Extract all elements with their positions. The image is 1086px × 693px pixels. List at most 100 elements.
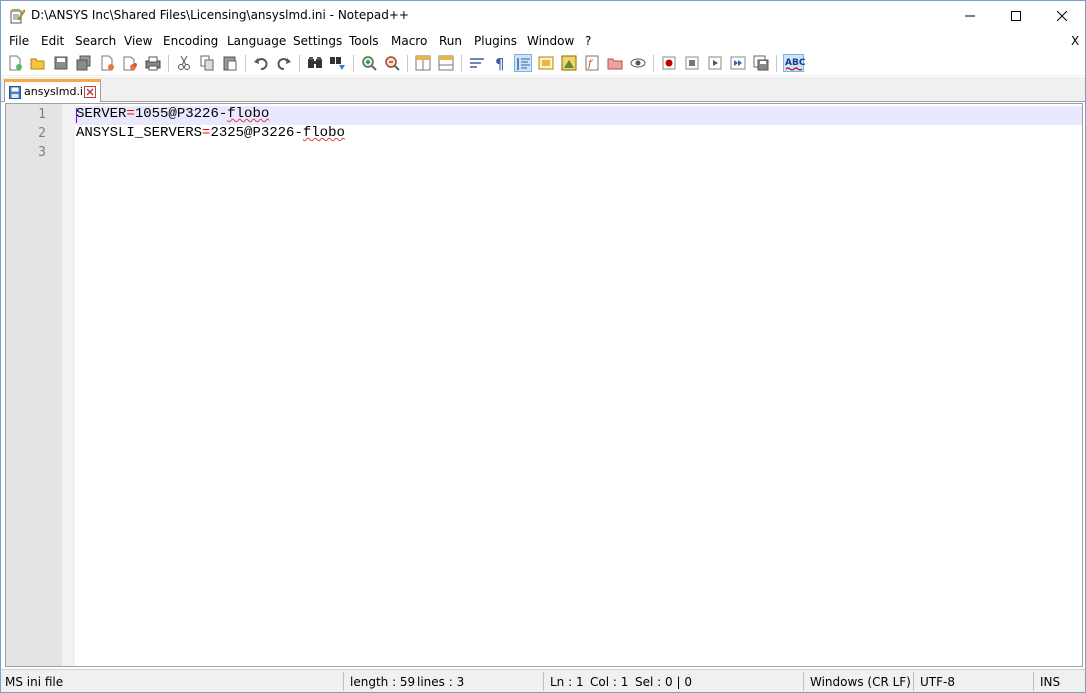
find-icon[interactable]: [306, 54, 324, 72]
notepadpp-window: D:\ANSYS Inc\Shared Files\Licensing\ansy…: [0, 0, 1086, 693]
print-icon[interactable]: [144, 54, 162, 72]
close-all-icon[interactable]: [121, 54, 139, 72]
misspelled-word: flobo: [227, 106, 270, 122]
tab-bar: ansyslmd.ini: [1, 77, 1085, 102]
menu-search[interactable]: Search: [75, 34, 116, 48]
line-number: 3: [38, 145, 46, 160]
status-insert-mode[interactable]: INS: [1040, 675, 1060, 689]
macro-stop-icon[interactable]: [683, 54, 701, 72]
save-all-icon[interactable]: [75, 54, 93, 72]
menu-help[interactable]: ?: [585, 34, 591, 48]
user-lang-icon[interactable]: [537, 54, 555, 72]
menu-run[interactable]: Run: [439, 34, 462, 48]
status-column: Col : 1: [590, 675, 629, 689]
sync-vertical-icon[interactable]: [414, 54, 432, 72]
monitoring-icon[interactable]: [629, 54, 647, 72]
toolbar-separator: [353, 55, 354, 72]
status-separator: [1033, 672, 1034, 691]
show-all-chars-icon[interactable]: ¶: [491, 54, 509, 72]
menu-edit[interactable]: Edit: [41, 34, 64, 48]
close-file-icon[interactable]: [98, 54, 116, 72]
undo-icon[interactable]: [252, 54, 270, 72]
maximize-button[interactable]: [993, 1, 1039, 31]
misspelled-word: flobo: [302, 125, 345, 141]
status-file-type: MS ini file: [5, 675, 64, 689]
paste-icon[interactable]: [221, 54, 239, 72]
editor-area[interactable]: 1 2 3 SERVER=1055@P3226-flobo ANSYSLI_SE…: [5, 103, 1083, 667]
code-line-1[interactable]: SERVER=1055@P3226-flobo: [76, 106, 269, 122]
ini-key: SERVER: [76, 106, 127, 122]
copy-icon[interactable]: [198, 54, 216, 72]
status-separator: [803, 672, 804, 691]
line-number: 1: [38, 107, 46, 122]
menu-plugins[interactable]: Plugins: [474, 34, 517, 48]
status-encoding[interactable]: UTF-8: [920, 675, 955, 689]
window-title: D:\ANSYS Inc\Shared Files\Licensing\ansy…: [31, 8, 409, 22]
status-selection: Sel : 0 | 0: [635, 675, 692, 689]
redo-icon[interactable]: [275, 54, 293, 72]
folder-workspace-icon[interactable]: [606, 54, 624, 72]
close-document-button[interactable]: X: [1071, 34, 1079, 48]
minimize-icon: [965, 15, 975, 17]
doc-map-icon[interactable]: [560, 54, 578, 72]
line-number: 2: [38, 126, 46, 141]
menu-tools[interactable]: Tools: [349, 34, 379, 48]
minimize-button[interactable]: [947, 1, 993, 31]
toolbar-separator: [245, 55, 246, 72]
replace-icon[interactable]: [329, 54, 347, 72]
spell-check-label: ABC: [785, 58, 805, 68]
macro-run-multiple-icon[interactable]: [729, 54, 747, 72]
ini-value: 2325@P3226-: [210, 125, 303, 141]
code-line-2[interactable]: ANSYSLI_SERVERS=2325@P3226-flobo: [76, 125, 345, 141]
cut-icon[interactable]: [175, 54, 193, 72]
toolbar-separator: [461, 55, 462, 72]
menu-language[interactable]: Language: [227, 34, 286, 48]
word-wrap-icon[interactable]: [468, 54, 486, 72]
zoom-out-icon[interactable]: [383, 54, 401, 72]
notepadpp-app-icon: [9, 8, 26, 24]
close-icon: [1057, 11, 1067, 21]
spell-check-icon[interactable]: ABC: [783, 54, 805, 72]
sync-horizontal-icon[interactable]: [437, 54, 455, 72]
fold-margin[interactable]: [62, 104, 75, 666]
status-eol-format[interactable]: Windows (CR LF): [810, 675, 911, 689]
menu-bar: File Edit Search View Encoding Language …: [1, 32, 1085, 51]
menu-encoding[interactable]: Encoding: [163, 34, 218, 48]
text-caret: [76, 108, 77, 123]
status-separator: [913, 672, 914, 691]
toolbar-separator: [653, 55, 654, 72]
status-line-number: Ln : 1: [550, 675, 584, 689]
toolbar-separator: [299, 55, 300, 72]
status-bar: MS ini file length : 59 lines : 3 Ln : 1…: [1, 669, 1085, 692]
macro-save-icon[interactable]: [752, 54, 770, 72]
indent-guide-icon[interactable]: [514, 54, 532, 72]
zoom-in-icon[interactable]: [360, 54, 378, 72]
line-number-gutter: 1 2 3: [6, 104, 62, 666]
menu-view[interactable]: View: [124, 34, 152, 48]
tab-label: ansyslmd.ini: [24, 85, 94, 98]
tab-ansyslmd-ini[interactable]: ansyslmd.ini: [4, 79, 101, 102]
menu-macro[interactable]: Macro: [391, 34, 427, 48]
macro-record-icon[interactable]: [660, 54, 678, 72]
menu-file[interactable]: File: [9, 34, 29, 48]
ini-value: 1055@P3226-: [134, 106, 228, 122]
svg-text:¶: ¶: [495, 55, 505, 72]
save-icon[interactable]: [52, 54, 70, 72]
ini-key: ANSYSLI_SERVERS: [76, 125, 203, 141]
ini-operator: =: [126, 106, 135, 122]
tab-close-icon[interactable]: [84, 86, 96, 98]
saved-file-icon: [9, 86, 21, 99]
status-separator: [343, 672, 344, 691]
open-file-icon[interactable]: [29, 54, 47, 72]
menu-settings[interactable]: Settings: [293, 34, 342, 48]
new-file-icon[interactable]: [6, 54, 24, 72]
toolbar-separator: [407, 55, 408, 72]
toolbar-separator: [168, 55, 169, 72]
menu-window[interactable]: Window: [527, 34, 574, 48]
close-window-button[interactable]: [1039, 1, 1085, 31]
status-length: length : 59: [350, 675, 416, 689]
macro-play-icon[interactable]: [706, 54, 724, 72]
status-lines: lines : 3: [417, 675, 465, 689]
function-list-icon[interactable]: f: [583, 54, 601, 72]
title-bar[interactable]: D:\ANSYS Inc\Shared Files\Licensing\ansy…: [1, 1, 1085, 31]
